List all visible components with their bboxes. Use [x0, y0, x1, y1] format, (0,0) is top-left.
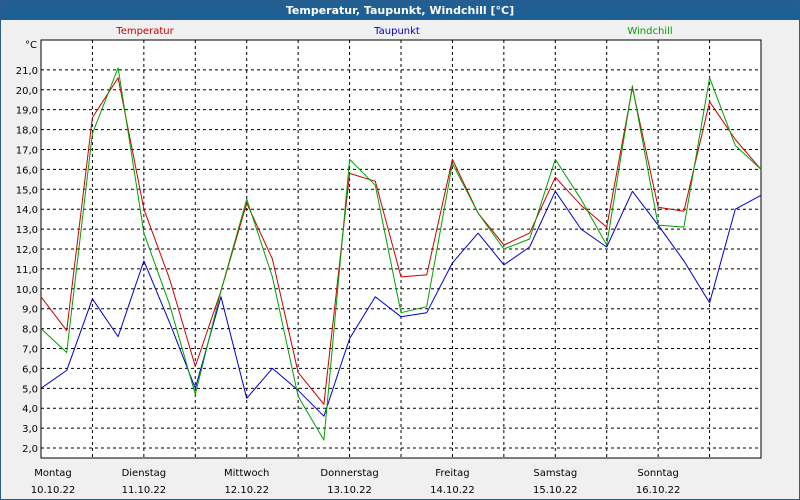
y-tick-label: 17,0 [16, 145, 38, 156]
x-date-label: 12.10.22 [224, 485, 269, 496]
legend-item-windchill: Windchill [627, 26, 672, 37]
x-day-label: Dienstag [122, 468, 167, 479]
y-tick-label: 19,0 [16, 106, 38, 117]
x-day-label: Freitag [435, 468, 469, 479]
chart: °C 2,0 3,0 4,0 5,0 6,0 7,0 8,0 9,0 10,0 11,0 12,0 1… [16, 26, 762, 496]
legend-item-temperatur: Temperatur [115, 26, 174, 37]
legend-item-taupunkt: Taupunkt [373, 26, 420, 37]
y-tick-label: 6,0 [22, 364, 38, 375]
y-tick-label: 10,0 [16, 285, 38, 296]
x-axis: Montag 10.10.22 Dienstag 11.10.22 Mittwoch 12… [31, 468, 681, 496]
y-tick-label: 12,0 [16, 245, 38, 256]
x-day-label: Samstag [533, 468, 577, 479]
y-tick-label: 11,0 [16, 265, 38, 276]
x-date-label: 11.10.22 [122, 485, 167, 496]
y-tick-label: 7,0 [22, 345, 38, 356]
y-tick-label: 20,0 [16, 86, 38, 97]
x-day-label: Sonntag [637, 468, 679, 479]
x-date-label: 14.10.22 [430, 485, 475, 496]
y-tick-label: 8,0 [22, 325, 38, 336]
y-tick-label: 14,0 [16, 205, 38, 216]
x-day-label: Mittwoch [224, 468, 269, 479]
x-date-label: 15.10.22 [533, 485, 578, 496]
y-axis-unit: °C [25, 40, 37, 51]
y-axis: °C 2,0 3,0 4,0 5,0 6,0 7,0 8,0 9,0 10,0 11,0 12,0 1… [16, 40, 38, 455]
x-day-label: Donnerstag [320, 468, 378, 479]
y-tick-label: 13,0 [16, 225, 38, 236]
x-date-label: 13.10.22 [327, 485, 372, 496]
y-tick-label: 15,0 [16, 185, 38, 196]
y-tick-label: 3,0 [22, 424, 38, 435]
x-date-label: 10.10.22 [31, 485, 76, 496]
y-tick-label: 2,0 [22, 444, 38, 455]
y-tick-label: 18,0 [16, 126, 38, 137]
legend: Temperatur Taupunkt Windchill [115, 26, 672, 37]
x-date-label: 16.10.22 [636, 485, 681, 496]
y-tick-label: 4,0 [22, 404, 38, 415]
y-tick-label: 21,0 [16, 66, 38, 77]
x-day-label: Montag [34, 468, 71, 479]
y-tick-label: 16,0 [16, 165, 38, 176]
y-tick-label: 9,0 [22, 305, 38, 316]
y-tick-label: 5,0 [22, 384, 38, 395]
